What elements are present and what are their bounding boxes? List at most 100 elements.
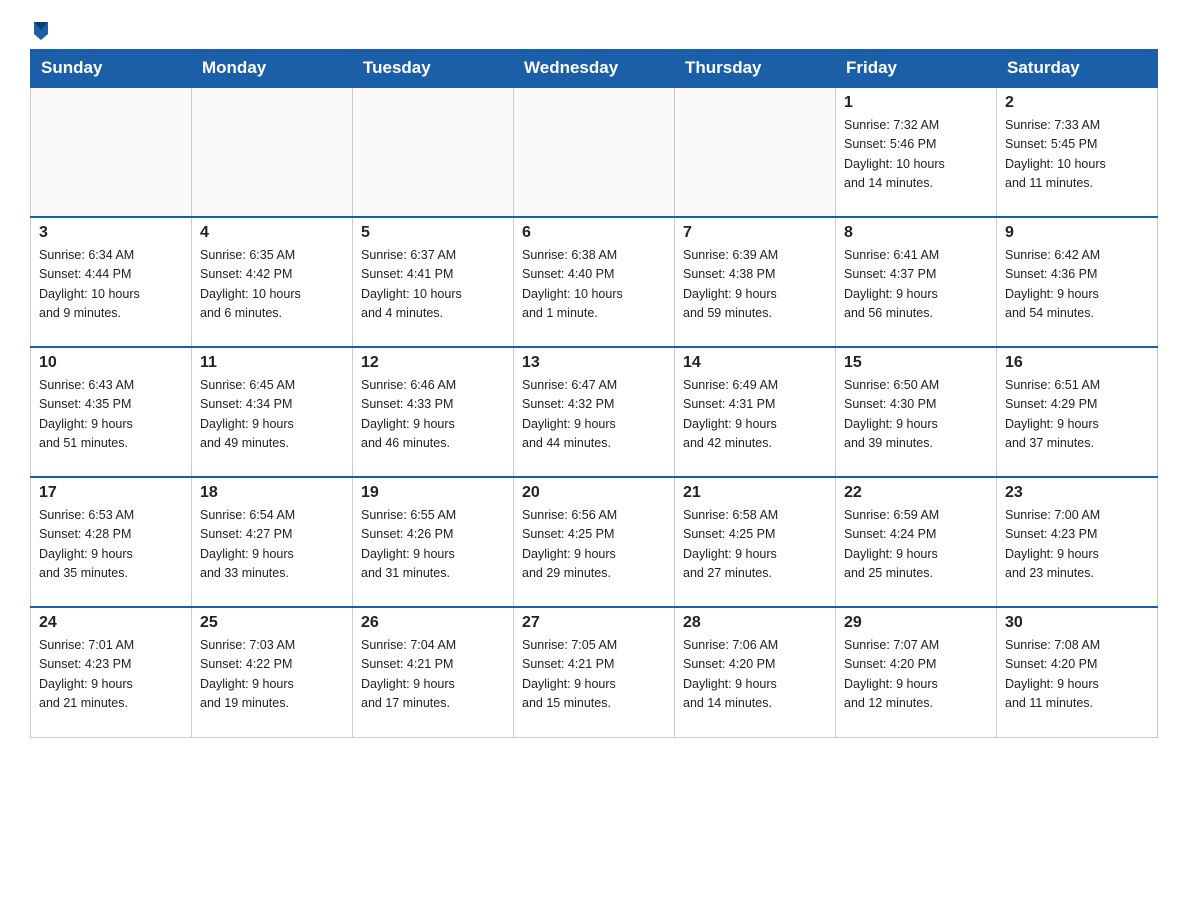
day-info: Sunrise: 6:58 AM Sunset: 4:25 PM Dayligh…	[683, 506, 827, 584]
calendar-cell: 27 Sunrise: 7:05 AM Sunset: 4:21 PM Dayli…	[514, 607, 675, 737]
calendar-cell: 25Sunrise: 7:03 AM Sunset: 4:22 PM Dayli…	[192, 607, 353, 737]
day-number: 17	[39, 484, 183, 502]
calendar-cell: 20 Sunrise: 6:56 AM Sunset: 4:25 PM Dayli…	[514, 477, 675, 607]
day-number: 11	[200, 354, 344, 372]
day-number: 18	[200, 484, 344, 502]
week-row-5: 24Sunrise: 7:01 AM Sunset: 4:23 PM Dayli…	[31, 607, 1158, 737]
calendar-cell: 7Sunrise: 6:39 AM Sunset: 4:38 PM Daylig…	[675, 217, 836, 347]
calendar-cell: 5 Sunrise: 6:37 AM Sunset: 4:41 PM Daylig…	[353, 217, 514, 347]
calendar-header-saturday: Saturday	[997, 50, 1158, 88]
calendar-cell: 8Sunrise: 6:41 AM Sunset: 4:37 PM Daylig…	[836, 217, 997, 347]
calendar-cell: 10 Sunrise: 6:43 AM Sunset: 4:35 PM Dayli…	[31, 347, 192, 477]
calendar-cell: 12 Sunrise: 6:46 AM Sunset: 4:33 PM Dayli…	[353, 347, 514, 477]
day-info: Sunrise: 6:41 AM Sunset: 4:37 PM Dayligh…	[844, 246, 988, 324]
calendar-header-thursday: Thursday	[675, 50, 836, 88]
day-number: 23	[1005, 484, 1149, 502]
day-number: 27	[522, 614, 666, 632]
calendar-cell	[675, 87, 836, 217]
calendar-header-tuesday: Tuesday	[353, 50, 514, 88]
day-info: Sunrise: 6:42 AM Sunset: 4:36 PM Dayligh…	[1005, 246, 1149, 324]
day-info: Sunrise: 7:32 AM Sunset: 5:46 PM Dayligh…	[844, 116, 988, 194]
calendar-cell: 23 Sunrise: 7:00 AM Sunset: 4:23 PM Dayli…	[997, 477, 1158, 607]
calendar-header-sunday: Sunday	[31, 50, 192, 88]
calendar-cell	[192, 87, 353, 217]
day-number: 21	[683, 484, 827, 502]
calendar-cell: 19 Sunrise: 6:55 AM Sunset: 4:26 PM Dayli…	[353, 477, 514, 607]
page-header	[30, 20, 1158, 39]
day-number: 15	[844, 354, 988, 372]
day-number: 3	[39, 224, 183, 242]
calendar-cell: 24Sunrise: 7:01 AM Sunset: 4:23 PM Dayli…	[31, 607, 192, 737]
day-info: Sunrise: 7:07 AM Sunset: 4:20 PM Dayligh…	[844, 636, 988, 714]
calendar-header-friday: Friday	[836, 50, 997, 88]
day-info: Sunrise: 7:33 AM Sunset: 5:45 PM Dayligh…	[1005, 116, 1149, 194]
calendar-cell: 6Sunrise: 6:38 AM Sunset: 4:40 PM Daylig…	[514, 217, 675, 347]
day-number: 12	[361, 354, 505, 372]
day-number: 13	[522, 354, 666, 372]
day-number: 5	[361, 224, 505, 242]
calendar-cell: 17 Sunrise: 6:53 AM Sunset: 4:28 PM Dayli…	[31, 477, 192, 607]
day-number: 6	[522, 224, 666, 242]
logo-arrow-icon	[30, 20, 52, 45]
day-number: 2	[1005, 94, 1149, 112]
calendar-cell: 29 Sunrise: 7:07 AM Sunset: 4:20 PM Dayli…	[836, 607, 997, 737]
calendar-header-wednesday: Wednesday	[514, 50, 675, 88]
day-number: 22	[844, 484, 988, 502]
day-number: 20	[522, 484, 666, 502]
day-info: Sunrise: 6:47 AM Sunset: 4:32 PM Dayligh…	[522, 376, 666, 454]
day-info: Sunrise: 6:45 AM Sunset: 4:34 PM Dayligh…	[200, 376, 344, 454]
calendar-cell	[31, 87, 192, 217]
calendar-cell: 3 Sunrise: 6:34 AM Sunset: 4:44 PM Daylig…	[31, 217, 192, 347]
day-info: Sunrise: 6:37 AM Sunset: 4:41 PM Dayligh…	[361, 246, 505, 324]
day-number: 1	[844, 94, 988, 112]
day-number: 9	[1005, 224, 1149, 242]
day-info: Sunrise: 6:51 AM Sunset: 4:29 PM Dayligh…	[1005, 376, 1149, 454]
week-row-2: 3 Sunrise: 6:34 AM Sunset: 4:44 PM Daylig…	[31, 217, 1158, 347]
calendar-cell: 13 Sunrise: 6:47 AM Sunset: 4:32 PM Dayli…	[514, 347, 675, 477]
week-row-3: 10 Sunrise: 6:43 AM Sunset: 4:35 PM Dayli…	[31, 347, 1158, 477]
calendar-cell: 28Sunrise: 7:06 AM Sunset: 4:20 PM Dayli…	[675, 607, 836, 737]
calendar-cell: 30Sunrise: 7:08 AM Sunset: 4:20 PM Dayli…	[997, 607, 1158, 737]
calendar-cell: 21 Sunrise: 6:58 AM Sunset: 4:25 PM Dayli…	[675, 477, 836, 607]
day-info: Sunrise: 7:05 AM Sunset: 4:21 PM Dayligh…	[522, 636, 666, 714]
day-info: Sunrise: 6:50 AM Sunset: 4:30 PM Dayligh…	[844, 376, 988, 454]
day-number: 14	[683, 354, 827, 372]
day-info: Sunrise: 7:04 AM Sunset: 4:21 PM Dayligh…	[361, 636, 505, 714]
day-number: 26	[361, 614, 505, 632]
day-info: Sunrise: 6:46 AM Sunset: 4:33 PM Dayligh…	[361, 376, 505, 454]
day-info: Sunrise: 6:39 AM Sunset: 4:38 PM Dayligh…	[683, 246, 827, 324]
calendar-cell: 9 Sunrise: 6:42 AM Sunset: 4:36 PM Daylig…	[997, 217, 1158, 347]
calendar-cell: 18 Sunrise: 6:54 AM Sunset: 4:27 PM Dayli…	[192, 477, 353, 607]
day-info: Sunrise: 6:49 AM Sunset: 4:31 PM Dayligh…	[683, 376, 827, 454]
day-info: Sunrise: 6:35 AM Sunset: 4:42 PM Dayligh…	[200, 246, 344, 324]
calendar-cell: 11 Sunrise: 6:45 AM Sunset: 4:34 PM Dayli…	[192, 347, 353, 477]
day-number: 4	[200, 224, 344, 242]
calendar-cell	[514, 87, 675, 217]
week-row-1: 1 Sunrise: 7:32 AM Sunset: 5:46 PM Daylig…	[31, 87, 1158, 217]
day-info: Sunrise: 7:01 AM Sunset: 4:23 PM Dayligh…	[39, 636, 183, 714]
day-info: Sunrise: 6:53 AM Sunset: 4:28 PM Dayligh…	[39, 506, 183, 584]
day-info: Sunrise: 7:00 AM Sunset: 4:23 PM Dayligh…	[1005, 506, 1149, 584]
calendar-cell: 16 Sunrise: 6:51 AM Sunset: 4:29 PM Dayli…	[997, 347, 1158, 477]
day-info: Sunrise: 7:03 AM Sunset: 4:22 PM Dayligh…	[200, 636, 344, 714]
calendar-cell: 4 Sunrise: 6:35 AM Sunset: 4:42 PM Daylig…	[192, 217, 353, 347]
logo	[30, 20, 52, 39]
day-number: 30	[1005, 614, 1149, 632]
day-info: Sunrise: 6:43 AM Sunset: 4:35 PM Dayligh…	[39, 376, 183, 454]
day-number: 10	[39, 354, 183, 372]
calendar-header-row: SundayMondayTuesdayWednesdayThursdayFrid…	[31, 50, 1158, 88]
day-number: 16	[1005, 354, 1149, 372]
calendar-cell	[353, 87, 514, 217]
week-row-4: 17 Sunrise: 6:53 AM Sunset: 4:28 PM Dayli…	[31, 477, 1158, 607]
day-info: Sunrise: 6:56 AM Sunset: 4:25 PM Dayligh…	[522, 506, 666, 584]
day-info: Sunrise: 6:54 AM Sunset: 4:27 PM Dayligh…	[200, 506, 344, 584]
day-number: 19	[361, 484, 505, 502]
calendar-cell: 2 Sunrise: 7:33 AM Sunset: 5:45 PM Daylig…	[997, 87, 1158, 217]
calendar-cell: 15 Sunrise: 6:50 AM Sunset: 4:30 PM Dayli…	[836, 347, 997, 477]
calendar-cell: 26 Sunrise: 7:04 AM Sunset: 4:21 PM Dayli…	[353, 607, 514, 737]
calendar-table: SundayMondayTuesdayWednesdayThursdayFrid…	[30, 49, 1158, 738]
day-info: Sunrise: 6:34 AM Sunset: 4:44 PM Dayligh…	[39, 246, 183, 324]
day-info: Sunrise: 6:55 AM Sunset: 4:26 PM Dayligh…	[361, 506, 505, 584]
day-number: 29	[844, 614, 988, 632]
calendar-cell: 14 Sunrise: 6:49 AM Sunset: 4:31 PM Dayli…	[675, 347, 836, 477]
